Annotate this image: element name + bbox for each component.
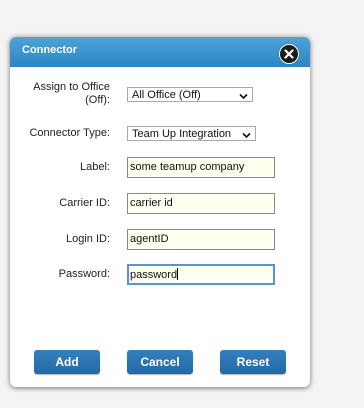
password-value: password <box>130 268 179 281</box>
carrier-id-label: Carrier ID: <box>59 197 110 209</box>
label-field-label: Label: <box>80 161 110 173</box>
dialog-title: Connector <box>22 44 77 56</box>
label-input[interactable]: some teamup company <box>127 157 275 178</box>
password-text: password <box>130 269 178 281</box>
reset-button[interactable]: Reset <box>220 350 286 374</box>
connector-type-select[interactable]: Team Up Integration <box>127 126 256 141</box>
dialog-titlebar[interactable]: Connector <box>10 37 310 67</box>
login-id-label: Login ID: <box>65 233 110 245</box>
connector-dialog: Connector Assign to Office (Off): All Of… <box>10 37 310 387</box>
carrier-id-value: carrier id <box>130 197 173 209</box>
password-label: Password: <box>58 268 110 280</box>
page-background: Connector Assign to Office (Off): All Of… <box>0 0 364 408</box>
connector-type-value: Team Up Integration <box>132 128 232 140</box>
carrier-id-input[interactable]: carrier id <box>127 193 275 214</box>
text-cursor <box>177 268 179 280</box>
close-icon <box>284 49 294 59</box>
close-button[interactable] <box>279 44 299 64</box>
cancel-button[interactable]: Cancel <box>127 350 193 374</box>
login-id-value: agentID <box>130 233 169 245</box>
chevron-down-icon <box>239 91 248 103</box>
office-label-line1: Assign to Office <box>33 81 110 93</box>
chevron-down-icon <box>242 130 251 142</box>
connector-type-label: Connector Type: <box>29 127 110 139</box>
login-id-input[interactable]: agentID <box>127 229 275 250</box>
office-label: Assign to Office (Off): <box>10 81 110 107</box>
password-input[interactable]: password <box>127 264 275 285</box>
office-label-line2: (Off): <box>85 94 110 106</box>
office-select[interactable]: All Office (Off) <box>127 87 253 102</box>
office-select-value: All Office (Off) <box>132 89 201 101</box>
label-input-value: some teamup company <box>130 161 245 173</box>
add-button[interactable]: Add <box>34 350 100 374</box>
